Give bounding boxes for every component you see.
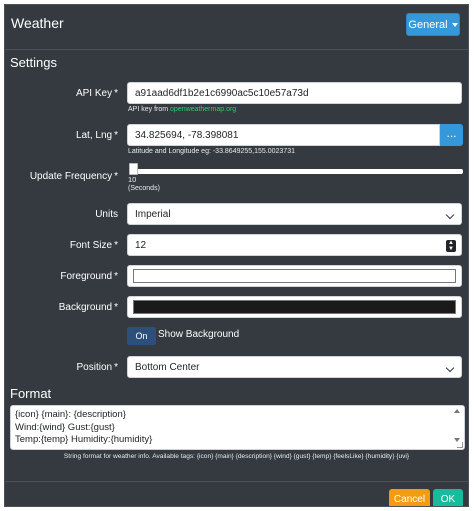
scroll-up-icon[interactable] [454,409,460,413]
position-label: Position * [76,362,118,373]
font-size-value: 12 [135,239,147,251]
chevron-down-icon [445,210,455,220]
format-line: {icon} {main}: {description} [15,409,126,420]
format-textarea[interactable]: {icon} {main}: {description} Wind:{wind}… [10,405,465,450]
api-key-help: API key from openweathermap.org [128,106,237,113]
weather-settings-panel: Weather General Settings API Key * a91aad… [4,4,469,507]
location-picker-button[interactable]: ... [440,124,463,146]
update-frequency-slider-handle[interactable] [129,163,138,175]
api-key-input[interactable]: a91aad6df1b2e1c6990ac5c10e57a73d [127,82,462,104]
ok-button[interactable]: OK [433,489,463,506]
resize-handle-icon[interactable] [457,442,463,448]
units-select[interactable]: Imperial [127,203,462,225]
caret-down-icon [451,22,458,27]
position-selected: Bottom Center [135,361,200,373]
format-line: Temp:{temp} Humidity:{humidity} [15,434,153,445]
font-size-label: Font Size * [69,240,118,251]
font-size-input[interactable]: 12 ▲ ▼ [127,234,462,256]
settings-heading: Settings [10,55,57,70]
update-frequency-value: 10 [128,175,137,184]
format-line: Wind:{wind} Gust:{gust} [15,421,115,433]
foreground-color-picker[interactable] [127,265,462,287]
position-select[interactable]: Bottom Center [127,356,462,378]
header-divider [5,49,468,50]
update-frequency-label: Update Frequency * [29,171,118,182]
units-label: Units [95,209,118,220]
general-dropdown-button[interactable]: General [406,13,460,36]
general-button-label: General [408,18,448,31]
panel-title: Weather [11,15,64,31]
show-background-toggle[interactable]: On [127,327,156,345]
format-help: String format for weather info. Availabl… [63,453,410,460]
background-label: Background * [58,302,118,313]
number-spinner-icon[interactable]: ▲ ▼ [446,240,456,252]
foreground-color-swatch [133,269,456,283]
foreground-label: Foreground * [60,271,118,282]
footer-divider [5,481,468,482]
latlng-input[interactable]: 34.825694, -78.398081 [127,124,440,146]
latlng-label: Lat, Lng * [75,130,118,141]
cancel-button[interactable]: Cancel [389,489,430,506]
background-color-picker[interactable] [127,296,462,318]
panel-header: Weather General [5,5,468,49]
update-frequency-unit: (Seconds) [128,185,160,192]
chevron-down-icon [445,363,455,373]
api-key-label: API Key * [75,88,118,99]
latlng-help: Latitude and Longitude eg: -33.8649255,1… [128,148,295,155]
units-selected: Imperial [135,208,171,220]
show-background-label: Show Background [158,329,240,340]
update-frequency-slider-track[interactable] [129,169,463,174]
format-heading: Format [10,386,52,401]
openweathermap-link[interactable]: openweathermap.org [170,106,236,113]
background-color-swatch [133,300,456,314]
